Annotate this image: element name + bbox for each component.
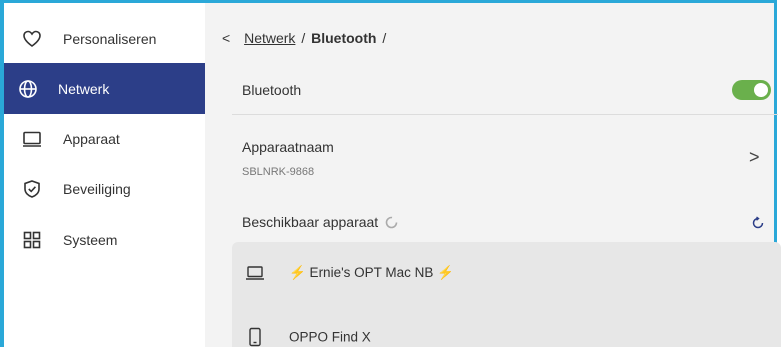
- sidebar-item-systeem[interactable]: Systeem: [4, 214, 205, 265]
- sidebar-item-netwerk[interactable]: Netwerk: [4, 63, 205, 114]
- device-list: ⚡ Ernie's OPT Mac NB ⚡ OPPO Find X: [232, 242, 781, 347]
- phone-icon: [245, 327, 265, 347]
- laptop-icon: [245, 263, 265, 283]
- globe-icon: [18, 79, 38, 99]
- sidebar-item-label: Systeem: [63, 231, 118, 248]
- back-button[interactable]: <: [222, 30, 230, 46]
- monitor-icon: [22, 129, 42, 149]
- sidebar-item-beveiliging[interactable]: Beveiliging: [4, 163, 205, 214]
- device-name: ⚡ Ernie's OPT Mac NB ⚡: [289, 265, 454, 280]
- bluetooth-toggle[interactable]: [732, 80, 771, 100]
- sidebar-item-personaliseren[interactable]: Personaliseren: [4, 13, 205, 64]
- loading-spinner-icon: [385, 216, 398, 229]
- bluetooth-label: Bluetooth: [242, 82, 302, 98]
- toggle-knob: [754, 83, 768, 97]
- breadcrumb-parent-link[interactable]: Netwerk: [244, 30, 295, 46]
- breadcrumb-separator: /: [301, 30, 306, 46]
- breadcrumb: < Netwerk / Bluetooth /: [222, 30, 388, 46]
- sidebar: Personaliseren Netwerk Apparaat Beveilig…: [4, 3, 205, 347]
- sidebar-item-label: Apparaat: [63, 130, 120, 147]
- shield-check-icon: [22, 179, 42, 199]
- grid-icon: [22, 230, 42, 250]
- list-item[interactable]: ⚡ Ernie's OPT Mac NB ⚡: [232, 248, 781, 298]
- breadcrumb-current: Bluetooth: [311, 30, 377, 46]
- breadcrumb-separator: /: [382, 30, 387, 46]
- sidebar-item-label: Netwerk: [58, 80, 110, 97]
- divider: [232, 114, 778, 115]
- device-name-value: SBLNRK-9868: [242, 166, 315, 178]
- device-name-label[interactable]: Apparaatnaam: [242, 139, 334, 155]
- device-name: OPPO Find X: [289, 329, 371, 345]
- heart-icon: [22, 29, 42, 49]
- list-item[interactable]: OPPO Find X: [232, 312, 781, 362]
- sidebar-item-label: Beveiliging: [63, 180, 131, 197]
- sidebar-item-label: Personaliseren: [63, 30, 157, 47]
- chevron-right-icon[interactable]: >: [749, 147, 760, 168]
- sidebar-item-apparaat[interactable]: Apparaat: [4, 113, 205, 164]
- refresh-icon[interactable]: [751, 216, 765, 230]
- main-panel: < Netwerk / Bluetooth / Bluetooth Appara…: [205, 3, 781, 347]
- available-devices-label: Beschikbaar apparaat: [242, 214, 379, 230]
- settings-window: Personaliseren Netwerk Apparaat Beveilig…: [0, 0, 781, 347]
